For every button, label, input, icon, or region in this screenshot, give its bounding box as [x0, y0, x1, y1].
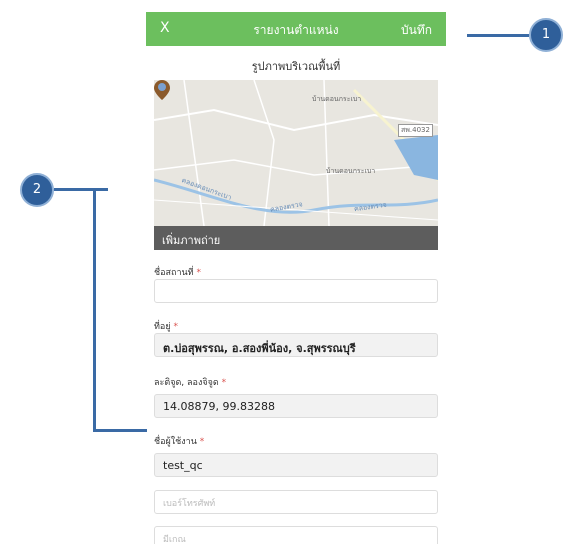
address-input[interactable]: ต.บ่อสุพรรณ, อ.สองพี่น้อง, จ.สุพรรณบุรี — [154, 333, 438, 357]
top-bar: X รายงานตำแหน่ง บันทึก — [146, 12, 446, 46]
username-input[interactable]: test_qc — [154, 453, 438, 477]
callout-line-2-vertical — [93, 188, 96, 431]
callout-line-1 — [467, 34, 529, 37]
phone-input[interactable]: เบอร์โทรศัพท์ — [154, 490, 438, 514]
place-name-label: ชื่อสถานที่ * — [154, 268, 201, 278]
note-select[interactable]: มีเกณ — [154, 526, 438, 544]
place-name-input[interactable] — [154, 279, 438, 303]
mobile-screen: X รายงานตำแหน่ง บันทึก รูปภาพบริเวณพื้นท… — [146, 12, 446, 544]
latlng-input[interactable]: 14.08879, 99.83288 — [154, 394, 438, 418]
callout-badge-2: 2 — [20, 173, 54, 207]
map-pin-icon[interactable] — [154, 80, 170, 100]
add-photo-button[interactable]: เพิ่มภาพถ่าย — [154, 226, 438, 250]
map-section-title: รูปภาพบริเวณพื้นที่ — [251, 60, 341, 73]
map-label: บ้านดอนกระเบา — [326, 167, 376, 175]
callout-line-2-bottom — [93, 429, 147, 432]
username-label: ชื่อผู้ใช้งาน * — [154, 437, 205, 447]
map-road-label: สพ.4032 — [398, 124, 433, 137]
callout-badge-1: 1 — [529, 18, 563, 52]
map-label: บ้านดอนกระเบา — [312, 95, 362, 103]
map-view[interactable]: บ้านดอนกระเบา สพ.4032 บ้านดอนกระเบา คลอง… — [154, 80, 438, 226]
latlng-label: ละติจูด, ลองจิจูด * — [154, 378, 227, 388]
address-label: ที่อยู่ * — [154, 322, 178, 332]
callout-line-2-top — [54, 188, 108, 191]
save-button[interactable]: บันทึก — [401, 21, 432, 40]
